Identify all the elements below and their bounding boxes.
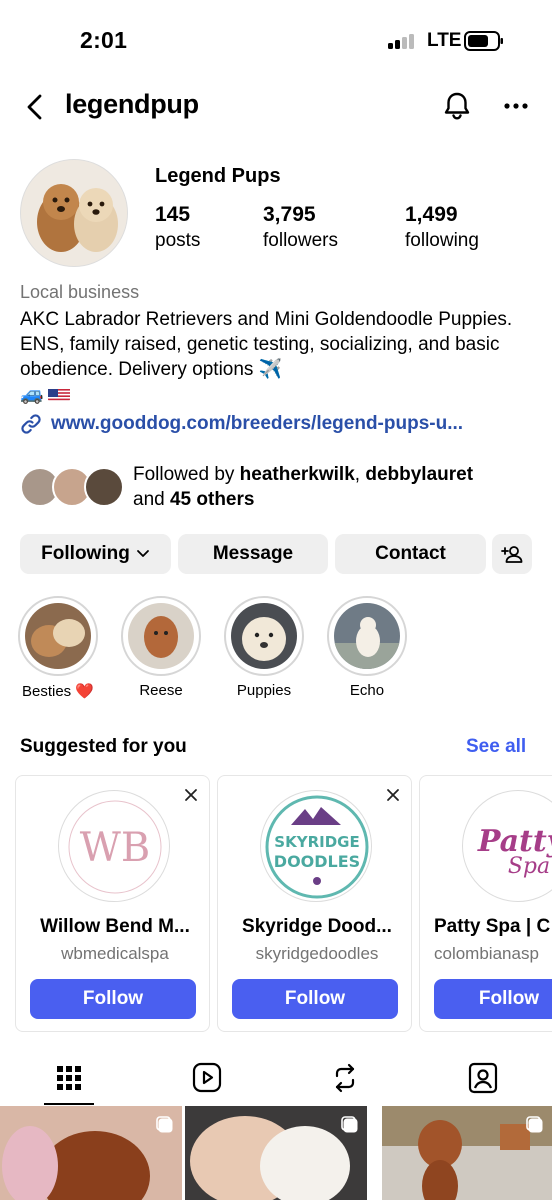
suggested-card[interactable]: WB Willow Bend M... wbmedicalspa Follow	[15, 775, 210, 1032]
stat-label: posts	[155, 230, 201, 251]
mutual-avatars	[20, 465, 126, 509]
add-person-icon	[501, 546, 523, 563]
logo-text: WB	[80, 825, 151, 871]
multi-post-icon	[156, 1116, 173, 1133]
highlight-label: Besties ❤️	[21, 683, 95, 700]
following-label: Following	[41, 543, 130, 564]
profile-username: legendpup	[65, 89, 199, 119]
profile-bio: AKC Labrador Retrievers and Mini Goldend…	[20, 307, 535, 407]
stat-label: following	[405, 230, 479, 251]
follow-button[interactable]: Follow	[232, 979, 398, 1019]
followed-by-prefix: Followed by	[133, 464, 240, 485]
suggested-title: Suggested for you	[20, 736, 187, 757]
battery-icon	[464, 31, 503, 51]
us-flag-icon	[47, 386, 70, 401]
suggested-avatar: Patty Spa	[462, 790, 552, 902]
followed-by-text: Followed by heatherkwilk, debbylauret an…	[133, 462, 473, 512]
bio-text: AKC Labrador Retrievers and Mini Goldend…	[20, 309, 513, 380]
repost-icon[interactable]	[325, 1060, 365, 1096]
followed-by-and: and	[133, 489, 170, 510]
separator: ,	[354, 464, 366, 485]
bell-icon[interactable]	[441, 90, 473, 122]
highlight-label: Echo	[349, 682, 385, 699]
suggested-handle: wbmedicalspa	[61, 944, 169, 963]
post-image	[0, 1106, 182, 1200]
suggested-name: Patty Spa | C	[434, 916, 551, 937]
network-label: LTE	[427, 30, 462, 51]
highlight-label: Puppies	[236, 682, 292, 699]
logo-text: SKYRIDGE	[274, 833, 359, 851]
suggested-name: Skyridge Dood...	[242, 916, 392, 937]
highlight-ring	[18, 596, 98, 676]
profile-category: Local business	[20, 282, 140, 302]
add-person-button[interactable]	[492, 534, 532, 574]
status-bar: 2:01 LTE	[0, 0, 552, 82]
suggested-avatar: WB	[58, 790, 170, 902]
multi-post-icon	[341, 1116, 358, 1133]
active-tab-indicator	[44, 1103, 94, 1105]
grid-icon[interactable]	[49, 1060, 89, 1096]
profile-avatar[interactable]	[20, 159, 128, 267]
car-emoji: 🚙	[20, 384, 44, 405]
suggested-avatar: SKYRIDGE DOODLES	[260, 790, 372, 902]
profile-header-bar: legendpup	[0, 82, 552, 132]
suggested-name: Willow Bend M...	[40, 916, 190, 937]
status-time: 2:01	[80, 27, 128, 53]
stat-followers[interactable]: 3,795 followers	[263, 202, 338, 253]
stat-value: 1,499	[405, 203, 458, 226]
link-icon	[21, 414, 41, 434]
close-icon[interactable]	[184, 788, 198, 802]
post-image	[185, 1106, 367, 1200]
highlight-ring	[224, 596, 304, 676]
suggested-handle: skyridgedoodles	[255, 944, 379, 963]
close-icon[interactable]	[386, 788, 400, 802]
highlight-ring	[121, 596, 201, 676]
message-button[interactable]: Message	[178, 534, 328, 574]
highlight-besties[interactable]: Besties ❤️	[18, 596, 98, 700]
highlight-ring	[327, 596, 407, 676]
follow-button[interactable]: Follow	[30, 979, 196, 1019]
avatar	[84, 467, 124, 507]
logo-text: Spa	[508, 854, 550, 879]
more-horizontal-icon[interactable]	[503, 96, 529, 116]
display-name: Legend Pups	[155, 165, 281, 187]
follow-button[interactable]: Follow	[434, 979, 552, 1019]
chevron-left-icon[interactable]	[22, 92, 48, 122]
see-all-link[interactable]: See all	[466, 736, 526, 758]
contact-button[interactable]: Contact	[335, 534, 486, 574]
tagged-icon[interactable]	[463, 1060, 503, 1096]
logo-text: DOODLES	[274, 852, 360, 871]
profile-link[interactable]: www.gooddog.com/breeders/legend-pups-u..…	[20, 413, 463, 435]
suggested-card[interactable]: SKYRIDGE DOODLES Skyridge Dood... skyrid…	[217, 775, 412, 1032]
followed-by-row[interactable]: Followed by heatherkwilk, debbylauret an…	[20, 462, 473, 512]
mutual-user: heatherkwilk	[239, 464, 355, 485]
suggested-handle: colombianasp	[434, 944, 539, 963]
highlight-cover	[128, 603, 194, 669]
post-thumbnail[interactable]	[0, 1106, 182, 1200]
link-url: www.gooddog.com/breeders/legend-pups-u..…	[51, 413, 464, 434]
post-thumbnail[interactable]	[185, 1106, 367, 1200]
highlight-reese[interactable]: Reese	[121, 596, 201, 699]
highlight-label: Reese	[139, 682, 183, 699]
stat-value: 3,795	[263, 203, 316, 226]
multi-post-icon	[526, 1116, 543, 1133]
highlight-cover	[25, 603, 91, 669]
stat-following[interactable]: 1,499 following	[405, 202, 479, 253]
suggested-card[interactable]: Patty Spa Patty Spa | C colombianasp Fol…	[419, 775, 552, 1032]
stat-posts[interactable]: 145 posts	[155, 202, 200, 253]
highlight-cover	[334, 603, 400, 669]
reels-icon[interactable]	[187, 1060, 227, 1096]
signal-icon	[388, 33, 418, 49]
mutual-others: 45 others	[169, 489, 255, 510]
highlight-echo[interactable]: Echo	[327, 596, 407, 699]
highlight-cover	[231, 603, 297, 669]
highlight-puppies[interactable]: Puppies	[224, 596, 304, 699]
post-thumbnail[interactable]	[382, 1106, 552, 1200]
stat-value: 145	[155, 203, 191, 226]
following-button[interactable]: Following	[20, 534, 171, 574]
chevron-down-icon	[136, 550, 149, 557]
stat-label: followers	[263, 230, 338, 251]
mutual-user: debbylauret	[365, 464, 474, 485]
